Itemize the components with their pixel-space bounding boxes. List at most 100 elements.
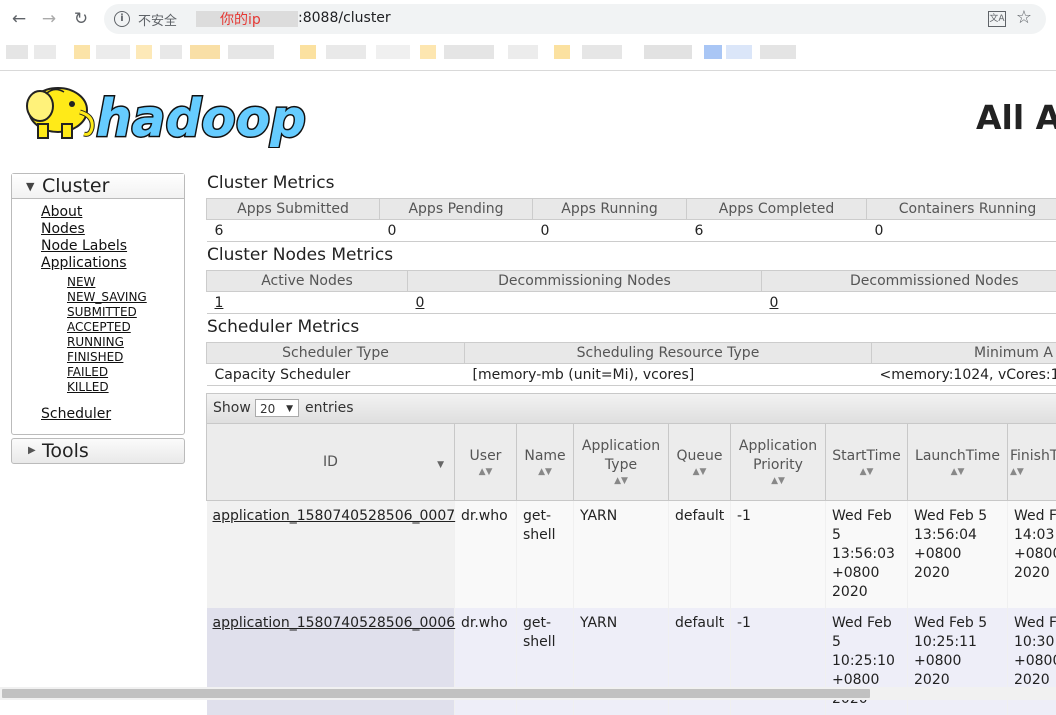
column-header-id[interactable]: ID▼: [207, 424, 455, 501]
bookmark-item[interactable]: [760, 45, 796, 59]
scheduler-metrics-header-row: Scheduler Type Scheduling Resource Type …: [207, 343, 1056, 364]
bookmark-item[interactable]: [136, 45, 152, 59]
scheduler-metrics-value-row: Capacity Scheduler [memory-mb (unit=Mi),…: [207, 364, 1056, 386]
metric-header: Decommissioning Nodes: [408, 271, 762, 292]
decommissioned-nodes-link[interactable]: 0: [770, 295, 779, 311]
sidebar-link-killed[interactable]: KILLED: [67, 380, 109, 394]
bookmark-item[interactable]: [376, 45, 410, 59]
metric-header: Scheduling Resource Type: [465, 343, 872, 364]
sort-icon: ▲▼: [457, 466, 514, 478]
horizontal-scrollbar[interactable]: [0, 687, 1056, 700]
sort-icon: ▲▼: [910, 466, 1005, 478]
application-id-link[interactable]: application_1580740528506_0006: [213, 615, 456, 631]
address-bar[interactable]: i 不安全 你的ip :8088/cluster 文A ☆: [104, 4, 1046, 34]
column-header-launchtime[interactable]: LaunchTime▲▼: [908, 424, 1008, 501]
column-header-finishtime[interactable]: FinishT▲▼: [1008, 424, 1056, 501]
metric-header: Apps Pending: [380, 199, 533, 220]
metric-value: 6: [207, 220, 380, 242]
bookmark-item[interactable]: [34, 45, 56, 59]
bookmark-item[interactable]: [74, 45, 90, 59]
active-nodes-link[interactable]: 1: [215, 295, 224, 311]
scheduler-metrics-title: Scheduler Metrics: [207, 317, 359, 337]
application-id-link[interactable]: application_1580740528506_0007: [213, 508, 456, 524]
sidebar-link-accepted[interactable]: ACCEPTED: [67, 320, 131, 334]
cluster-section-header[interactable]: ▼ Cluster: [12, 174, 184, 199]
info-icon[interactable]: i: [114, 11, 130, 27]
minimum-allocation-value: <memory:1024, vCores:1>: [872, 364, 1056, 386]
scheduling-resource-type-value: [memory-mb (unit=Mi), vcores]: [465, 364, 872, 386]
column-header-queue[interactable]: Queue▲▼: [669, 424, 731, 501]
bookmark-item[interactable]: [190, 45, 220, 59]
scheduler-type-value: Capacity Scheduler: [207, 364, 465, 386]
bookmark-item[interactable]: [228, 45, 274, 59]
metric-header: Decommissioned Nodes: [762, 271, 1056, 292]
metric-header: Scheduler Type: [207, 343, 465, 364]
cell-finishtime: Wed F 14:03: +0800 2020: [1008, 501, 1056, 609]
bookmark-item[interactable]: [726, 45, 752, 59]
hadoop-logo[interactable]: hadoop: [14, 78, 314, 148]
column-header-application-type[interactable]: Application Type▲▼: [574, 424, 669, 501]
bookmark-item[interactable]: [508, 45, 538, 59]
bookmark-item[interactable]: [582, 45, 622, 59]
cell-name: get-shell: [517, 501, 574, 609]
sort-icon: ▲▼: [519, 466, 571, 478]
bookmarks-bar: [0, 42, 1056, 62]
sidebar-link-new[interactable]: NEW: [67, 275, 95, 289]
column-header-starttime[interactable]: StartTime▲▼: [826, 424, 908, 501]
sidebar-link-nodes[interactable]: Nodes: [41, 221, 85, 237]
bookmark-item[interactable]: [160, 45, 182, 59]
back-button[interactable]: ←: [8, 8, 30, 30]
column-header-label: Application Priority: [739, 438, 817, 473]
column-header-label: Queue: [677, 448, 723, 464]
column-header-application-priority[interactable]: Application Priority▲▼: [731, 424, 826, 501]
metric-header: Apps Running: [533, 199, 687, 220]
page-size-value: 20: [260, 402, 275, 416]
url-path: :8088/cluster: [298, 10, 391, 26]
sidebar-link-applications[interactable]: Applications: [41, 255, 127, 271]
column-header-name[interactable]: Name▲▼: [517, 424, 574, 501]
cluster-metrics-header-row: Apps Submitted Apps Pending Apps Running…: [207, 199, 1056, 220]
translate-icon[interactable]: 文A: [988, 11, 1006, 27]
sidebar-link-about[interactable]: About: [41, 204, 82, 220]
bookmark-item[interactable]: [420, 45, 436, 59]
forward-button[interactable]: →: [38, 8, 60, 30]
metric-header: Active Nodes: [207, 271, 408, 292]
url-ip-text: 你的ip: [220, 9, 261, 29]
sidebar-link-submitted[interactable]: SUBMITTED: [67, 305, 137, 319]
cluster-metrics-value-row: 6 0 0 6 0: [207, 220, 1056, 242]
sidebar-tools[interactable]: ▶ Tools: [11, 438, 185, 464]
bookmark-item[interactable]: [704, 45, 722, 59]
sidebar-link-node-labels[interactable]: Node Labels: [41, 238, 127, 254]
metric-value: 0: [380, 220, 533, 242]
sidebar-link-scheduler[interactable]: Scheduler: [41, 406, 111, 422]
cluster-section-title: Cluster: [42, 175, 109, 197]
node-metrics-table: Active Nodes Decommissioning Nodes Decom…: [206, 270, 1056, 314]
sort-desc-icon: ▼: [437, 456, 444, 475]
bookmark-item[interactable]: [96, 45, 130, 59]
node-metrics-value-row: 1 0 0: [207, 292, 1056, 314]
reload-button[interactable]: ↻: [70, 8, 92, 30]
bookmark-item[interactable]: [6, 45, 28, 59]
cell-application-type: YARN: [574, 501, 669, 609]
sidebar-link-finished[interactable]: FINISHED: [67, 350, 123, 364]
metric-header: Apps Completed: [687, 199, 867, 220]
bookmark-star-icon[interactable]: ☆: [1016, 7, 1032, 28]
bookmark-item[interactable]: [644, 45, 692, 59]
bookmark-item[interactable]: [444, 45, 494, 59]
bookmark-item[interactable]: [326, 45, 366, 59]
bookmark-item[interactable]: [554, 45, 570, 59]
collapse-triangle-icon: ▼: [26, 175, 34, 199]
page-size-select[interactable]: 20 ▼: [255, 399, 299, 417]
scrollbar-thumb[interactable]: [2, 689, 870, 698]
show-label: Show: [213, 400, 251, 416]
column-header-label: Application Type: [582, 438, 660, 473]
sidebar-link-running[interactable]: RUNNING: [67, 335, 124, 349]
column-header-user[interactable]: User ▲▼: [455, 424, 517, 501]
sidebar-link-failed[interactable]: FAILED: [67, 365, 108, 379]
sidebar-link-new-saving[interactable]: NEW_SAVING: [67, 290, 147, 304]
metric-header: Apps Submitted: [207, 199, 380, 220]
bookmark-item[interactable]: [300, 45, 316, 59]
decommissioning-nodes-link[interactable]: 0: [416, 295, 425, 311]
column-header-label: User: [470, 448, 502, 464]
metric-value: 0: [867, 220, 1056, 242]
